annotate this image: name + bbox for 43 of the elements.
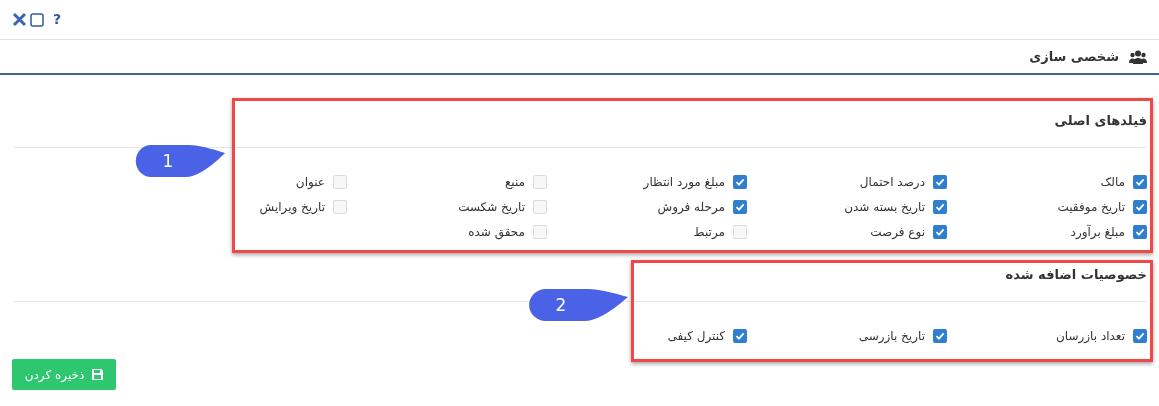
checkbox[interactable] — [933, 225, 947, 239]
field-label: عنوان — [295, 174, 325, 191]
field-label: تاریخ ویرایش — [259, 199, 325, 216]
field-label: مبلغ مورد انتظار — [643, 174, 725, 191]
checkbox[interactable] — [533, 200, 547, 214]
field-label: کنترل کیفی — [667, 328, 725, 345]
checkbox[interactable] — [533, 175, 547, 189]
checkbox[interactable] — [933, 329, 947, 343]
field-label: درصد احتمال — [859, 174, 925, 191]
field-label: تاریخ موفقیت — [1057, 199, 1125, 216]
users-icon — [1129, 49, 1147, 64]
field-label: مبلغ برآورد — [1070, 223, 1125, 241]
field-label: تاریخ شکست — [458, 199, 525, 216]
field-label: منبع — [504, 174, 525, 191]
field-label: مرتبط — [693, 224, 725, 241]
checkbox[interactable] — [733, 200, 747, 214]
field-label: تعداد بازرسان — [1055, 328, 1125, 345]
checkbox[interactable] — [1133, 175, 1147, 189]
field-label: تاریخ بسته شدن — [844, 199, 925, 216]
field-label: مالک — [1100, 174, 1125, 191]
field-label: نوع فرصت — [870, 224, 925, 241]
field-label: تاریخ بازرسی — [858, 328, 925, 345]
field-label: محقق شده — [468, 224, 525, 241]
callout-badge: 2 — [526, 286, 630, 324]
section-title: خصوصیات اضافه شده — [1004, 266, 1147, 284]
help-icon[interactable]: ? — [53, 9, 62, 30]
checkbox[interactable] — [533, 225, 547, 239]
checkbox[interactable] — [333, 175, 347, 189]
checkbox[interactable] — [1133, 225, 1147, 239]
callout-badge: 1 — [133, 142, 227, 180]
section-title: فیلدهای اصلی — [1053, 112, 1147, 130]
checkbox[interactable] — [933, 200, 947, 214]
checkbox[interactable] — [733, 225, 747, 239]
field-label: مرحله فروش — [657, 199, 725, 216]
checkbox[interactable] — [933, 175, 947, 189]
checkbox[interactable] — [733, 329, 747, 343]
checkbox[interactable] — [1133, 200, 1147, 214]
checkbox[interactable] — [1133, 329, 1147, 343]
close-icon[interactable] — [12, 12, 27, 27]
page-title: شخصی سازی — [1029, 47, 1119, 66]
maximize-icon[interactable] — [30, 12, 44, 27]
checkbox[interactable] — [733, 175, 747, 189]
checkbox[interactable] — [333, 200, 347, 214]
